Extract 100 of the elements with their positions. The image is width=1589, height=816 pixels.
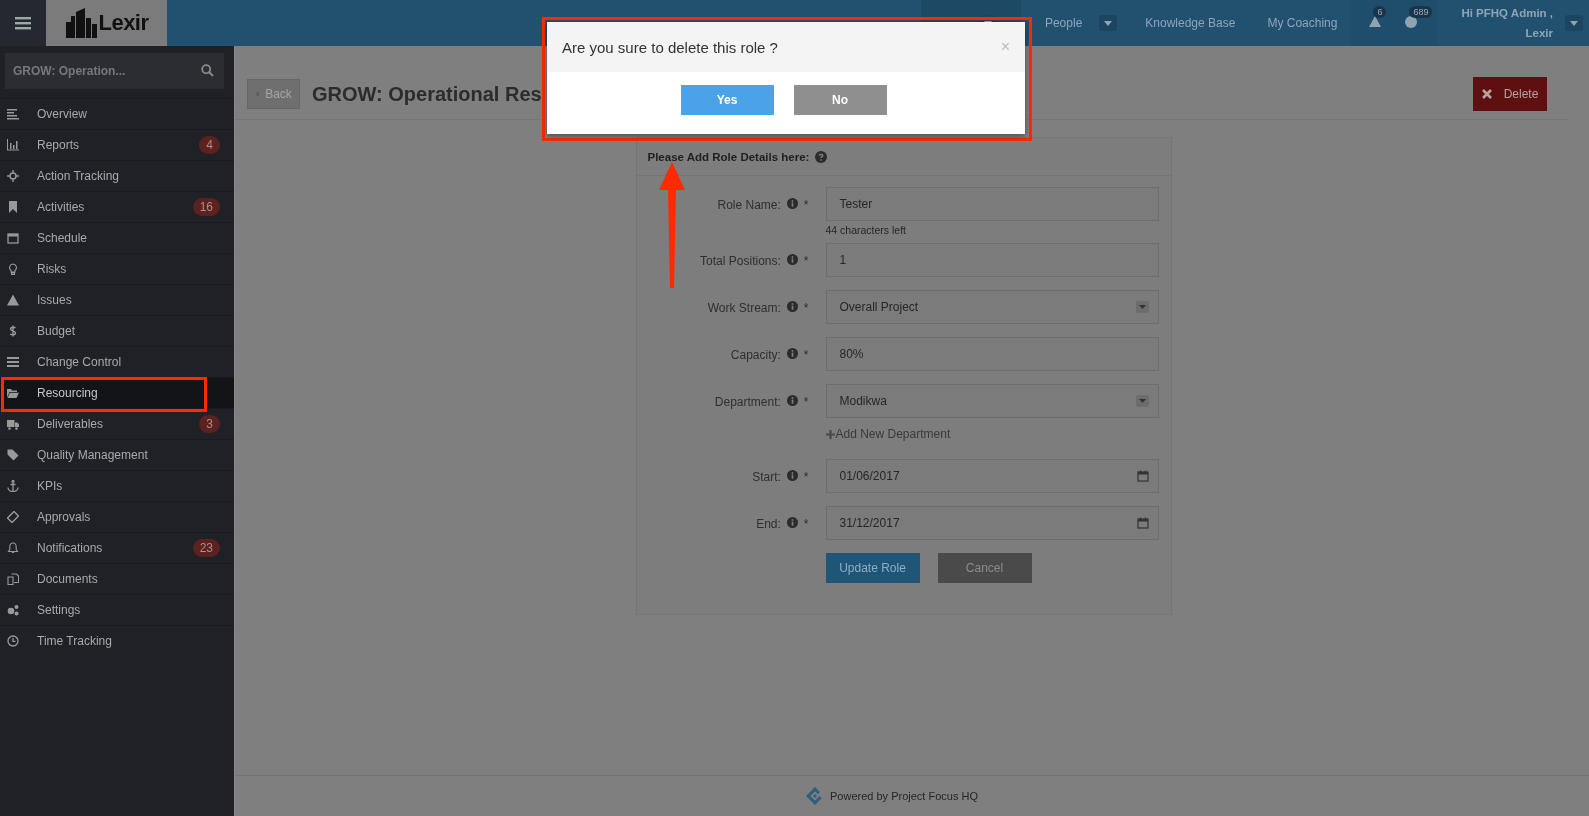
field-label: Total Positions: bbox=[700, 254, 781, 268]
help-icon[interactable] bbox=[815, 150, 828, 163]
close-icon bbox=[1481, 89, 1492, 99]
sidebar-item[interactable]: Reports 4 bbox=[0, 129, 234, 160]
sidebar-item[interactable]: Overview bbox=[0, 98, 234, 129]
nav-link[interactable]: Knowledge Base bbox=[1127, 0, 1250, 46]
warning-icon bbox=[7, 294, 19, 306]
sidebar-item[interactable]: Settings bbox=[0, 594, 234, 625]
sidebar-item[interactable]: Risks bbox=[0, 253, 234, 284]
sidebar-item[interactable]: Deliverables 3 bbox=[0, 408, 234, 439]
anchor-icon bbox=[7, 480, 19, 492]
sidebar-item[interactable]: Issues bbox=[0, 284, 234, 315]
files-icon bbox=[7, 573, 19, 585]
count-badge: 689 bbox=[1409, 5, 1433, 18]
required-mark: * bbox=[803, 348, 809, 362]
sidebar-item[interactable]: Notifications 23 bbox=[0, 532, 234, 563]
gears-icon bbox=[7, 604, 19, 616]
page-title: GROW: Operational Res bbox=[312, 82, 542, 106]
bell-icon bbox=[7, 542, 19, 554]
info-icon[interactable] bbox=[786, 517, 798, 528]
ticket-icon bbox=[7, 511, 19, 523]
sidebar-item[interactable]: Budget bbox=[0, 315, 234, 346]
no-button[interactable]: No bbox=[793, 85, 887, 115]
sidebar-item[interactable]: Documents bbox=[0, 563, 234, 594]
sidebar-item[interactable]: KPIs bbox=[0, 470, 234, 501]
cancel-button[interactable]: Cancel bbox=[937, 553, 1032, 583]
field-label: Start: bbox=[752, 470, 781, 484]
tag-icon bbox=[7, 449, 19, 461]
required-mark: * bbox=[803, 254, 809, 268]
dropdown-button[interactable] bbox=[1565, 15, 1583, 31]
character-count: 44 characters left bbox=[825, 224, 908, 236]
date-field[interactable]: 01/06/2017 bbox=[825, 459, 1159, 493]
caret-icon bbox=[1570, 20, 1578, 26]
date-field[interactable]: 31/12/2017 bbox=[825, 506, 1159, 540]
calendar-icon bbox=[7, 232, 19, 244]
count-badge: 3 bbox=[199, 415, 220, 433]
sidebar-item[interactable]: Quality Management bbox=[0, 439, 234, 470]
sidebar-item[interactable]: Schedule bbox=[0, 222, 234, 253]
nav-link[interactable]: People bbox=[1026, 0, 1100, 46]
input-field[interactable]: Tester bbox=[825, 187, 1159, 221]
input-field[interactable]: 1 bbox=[825, 243, 1159, 277]
field-label: Capacity: bbox=[730, 348, 781, 362]
sidebar-item[interactable]: Time Tracking bbox=[0, 625, 234, 656]
menu-icon bbox=[15, 16, 31, 30]
logo-text: Lexir bbox=[98, 10, 149, 36]
field-label: Role Name: bbox=[717, 198, 781, 212]
field-label: Department: bbox=[714, 395, 781, 409]
yes-button[interactable]: Yes bbox=[680, 85, 774, 115]
info-icon[interactable] bbox=[786, 395, 798, 406]
search-field[interactable]: GROW: Operation... bbox=[5, 53, 224, 89]
dollar-icon bbox=[7, 325, 19, 337]
bulb-icon bbox=[7, 263, 19, 275]
add-department-link[interactable]: Add New Department bbox=[825, 427, 951, 441]
caret-icon bbox=[1104, 20, 1113, 26]
caret-icon bbox=[1135, 395, 1149, 407]
count-badge: 16 bbox=[192, 198, 220, 216]
calendar-icon bbox=[1136, 470, 1149, 482]
user-organisation[interactable]: Lexir bbox=[1525, 23, 1553, 43]
required-mark: * bbox=[803, 198, 809, 212]
calendar-icon bbox=[1136, 517, 1149, 529]
required-mark: * bbox=[803, 395, 809, 409]
warning-icon[interactable] bbox=[1369, 16, 1382, 27]
logo[interactable]: Lexir bbox=[46, 0, 167, 46]
chart-icon bbox=[7, 139, 19, 151]
folder-icon bbox=[7, 387, 19, 399]
caret-icon bbox=[1135, 301, 1149, 313]
truck-icon bbox=[7, 418, 19, 430]
nav-link[interactable]: My Coaching bbox=[1249, 0, 1352, 46]
sidebar-item[interactable]: Activities 16 bbox=[0, 191, 234, 222]
delete-button[interactable]: Delete bbox=[1473, 77, 1547, 111]
buildings-icon bbox=[64, 8, 99, 38]
required-mark: * bbox=[803, 470, 809, 484]
select-field[interactable]: Overall Project bbox=[825, 290, 1159, 324]
sidebar-item[interactable]: Change Control bbox=[0, 346, 234, 377]
dropdown-button[interactable] bbox=[1099, 15, 1118, 31]
bookmark-icon bbox=[7, 201, 19, 213]
menu-button[interactable] bbox=[0, 0, 46, 46]
info-icon[interactable] bbox=[786, 198, 798, 209]
count-badge: 4 bbox=[199, 136, 220, 154]
dialog-title: Are you sure to delete this role ? bbox=[562, 38, 779, 56]
input-field[interactable]: 80% bbox=[825, 337, 1159, 371]
footer-text: Powered by Project Focus HQ bbox=[830, 790, 978, 802]
info-icon[interactable] bbox=[786, 301, 798, 312]
field-label: End: bbox=[756, 517, 781, 531]
select-field[interactable]: Modikwa bbox=[825, 384, 1159, 418]
sidebar-item[interactable]: Approvals bbox=[0, 501, 234, 532]
required-mark: * bbox=[803, 301, 809, 315]
crosshair-icon bbox=[7, 170, 19, 182]
clock-icon bbox=[7, 635, 19, 647]
info-icon[interactable] bbox=[786, 470, 798, 481]
count-badge: 23 bbox=[192, 539, 220, 557]
list-icon bbox=[7, 356, 19, 368]
plus-icon bbox=[825, 429, 835, 439]
field-label: Work Stream: bbox=[707, 301, 781, 315]
info-icon[interactable] bbox=[786, 254, 798, 265]
user-greeting[interactable]: Hi PFHQ Admin , bbox=[1461, 3, 1553, 23]
sidebar-item[interactable]: Action Tracking bbox=[0, 160, 234, 191]
info-icon[interactable] bbox=[786, 348, 798, 359]
update-button[interactable]: Update Role bbox=[825, 553, 920, 583]
diamond-logo-icon bbox=[806, 787, 824, 805]
